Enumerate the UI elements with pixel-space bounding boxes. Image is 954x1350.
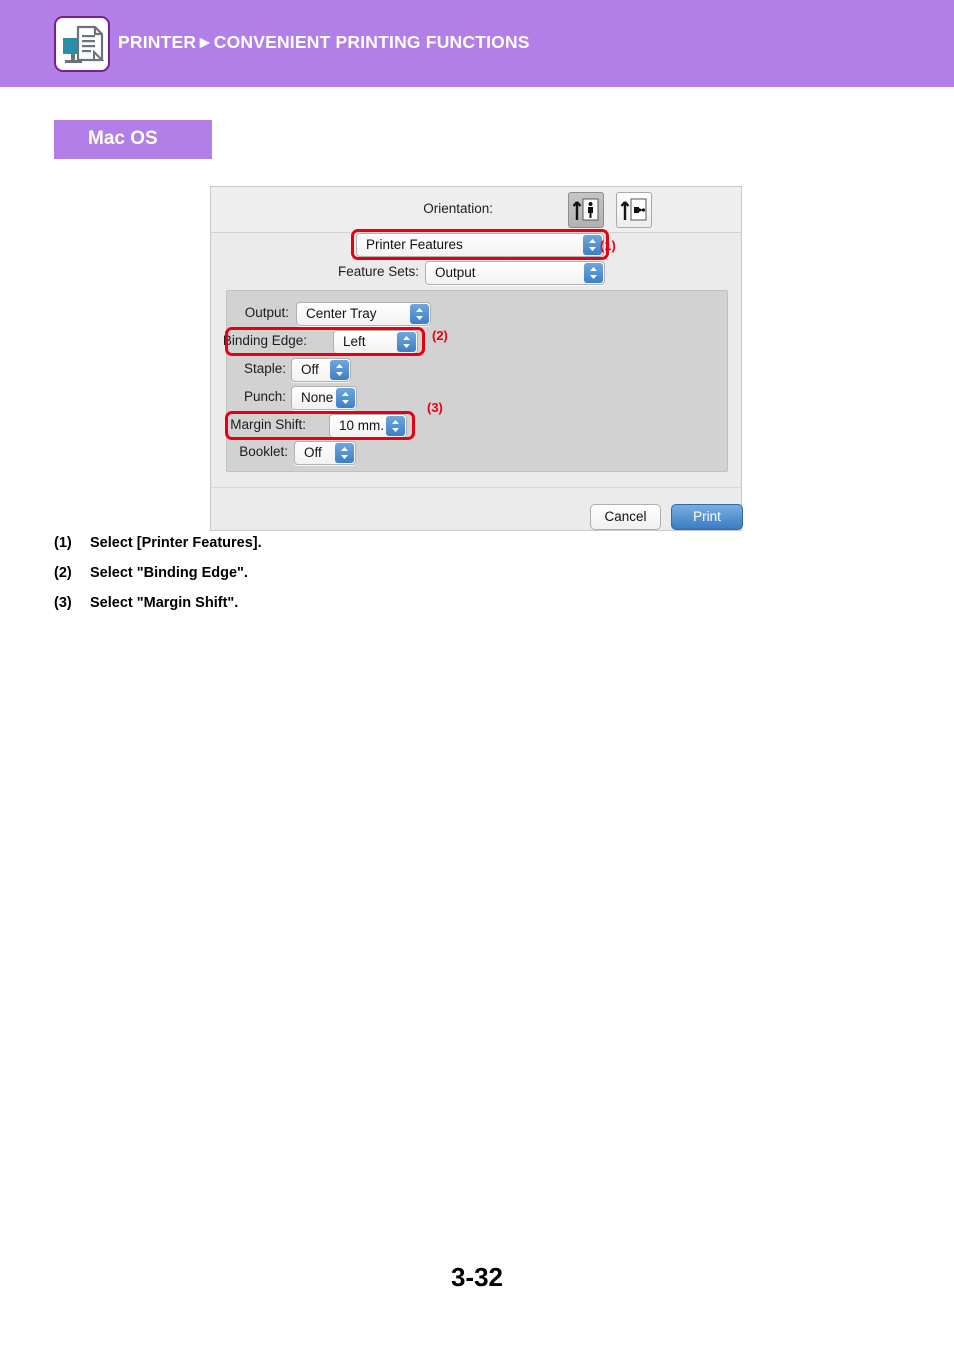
staple-label: Staple: (243, 361, 286, 376)
step-item: (2) Select "Binding Edge". (54, 565, 654, 595)
margin-shift-value: 10 mm. (339, 418, 385, 433)
orientation-portrait-button[interactable] (568, 192, 604, 228)
binding-edge-value: Left (343, 334, 366, 349)
output-value: Center Tray (306, 306, 377, 321)
printer-features-popup[interactable]: Printer Features (356, 233, 604, 257)
callout-number-3: (3) (427, 400, 443, 415)
step-text: Select [Printer Features]. (90, 535, 262, 551)
margin-shift-label: Margin Shift: (230, 417, 306, 432)
booklet-value: Off (304, 445, 322, 460)
staple-value: Off (301, 362, 319, 377)
page-title: PRINTER►CONVENIENT PRINTING FUNCTIONS (118, 32, 530, 52)
step-text: Select "Margin Shift". (90, 595, 239, 611)
print-button[interactable]: Print (671, 504, 743, 530)
output-label: Output: (244, 305, 289, 320)
binding-edge-label: Binding Edge: (222, 333, 307, 348)
printer-features-value: Printer Features (366, 237, 463, 252)
staple-popup[interactable]: Off (291, 358, 351, 382)
booklet-popup[interactable]: Off (294, 441, 356, 465)
margin-shift-popup[interactable]: 10 mm. (329, 414, 407, 438)
cancel-button[interactable]: Cancel (590, 504, 661, 530)
step-number: (1) (54, 535, 72, 551)
feature-sets-label: Feature Sets: (337, 264, 419, 279)
step-item: (3) Select "Margin Shift". (54, 595, 654, 625)
chevron-updown-icon (335, 443, 354, 463)
orientation-landscape-button[interactable] (616, 192, 652, 228)
steps-list: (1) Select [Printer Features]. (2) Selec… (54, 535, 654, 625)
chevron-updown-icon (584, 263, 603, 283)
print-dialog: Orientation: Printer Features Feature Se… (210, 186, 743, 531)
dialog-footer-divider (211, 487, 741, 488)
chevron-updown-icon (386, 416, 405, 436)
step-item: (1) Select [Printer Features]. (54, 535, 654, 565)
step-number: (3) (54, 595, 72, 611)
callout-number-2: (2) (432, 328, 448, 343)
callout-number-1: (1) (600, 238, 616, 253)
punch-value: None (301, 390, 334, 405)
booklet-label: Booklet: (239, 444, 288, 459)
step-text: Select "Binding Edge". (90, 565, 248, 581)
orientation-label: Orientation: (423, 201, 493, 216)
output-popup[interactable]: Center Tray (296, 302, 431, 326)
os-section-label: Mac OS (88, 128, 158, 149)
chevron-updown-icon (410, 304, 429, 324)
chevron-updown-icon (336, 388, 355, 408)
os-section-chip: Mac OS (54, 120, 212, 159)
feature-sets-value: Output (435, 265, 476, 280)
binding-edge-popup[interactable]: Left (333, 330, 418, 354)
chevron-updown-icon (330, 360, 349, 380)
page-number: 3-32 (450, 1262, 504, 1292)
punch-label: Punch: (243, 389, 286, 404)
feature-sets-popup[interactable]: Output (425, 261, 605, 285)
step-number: (2) (54, 565, 72, 581)
chevron-updown-icon (397, 332, 416, 352)
punch-popup[interactable]: None (291, 386, 357, 410)
printer-document-icon (54, 16, 110, 72)
page-header-bar: PRINTER►CONVENIENT PRINTING FUNCTIONS (0, 0, 954, 87)
